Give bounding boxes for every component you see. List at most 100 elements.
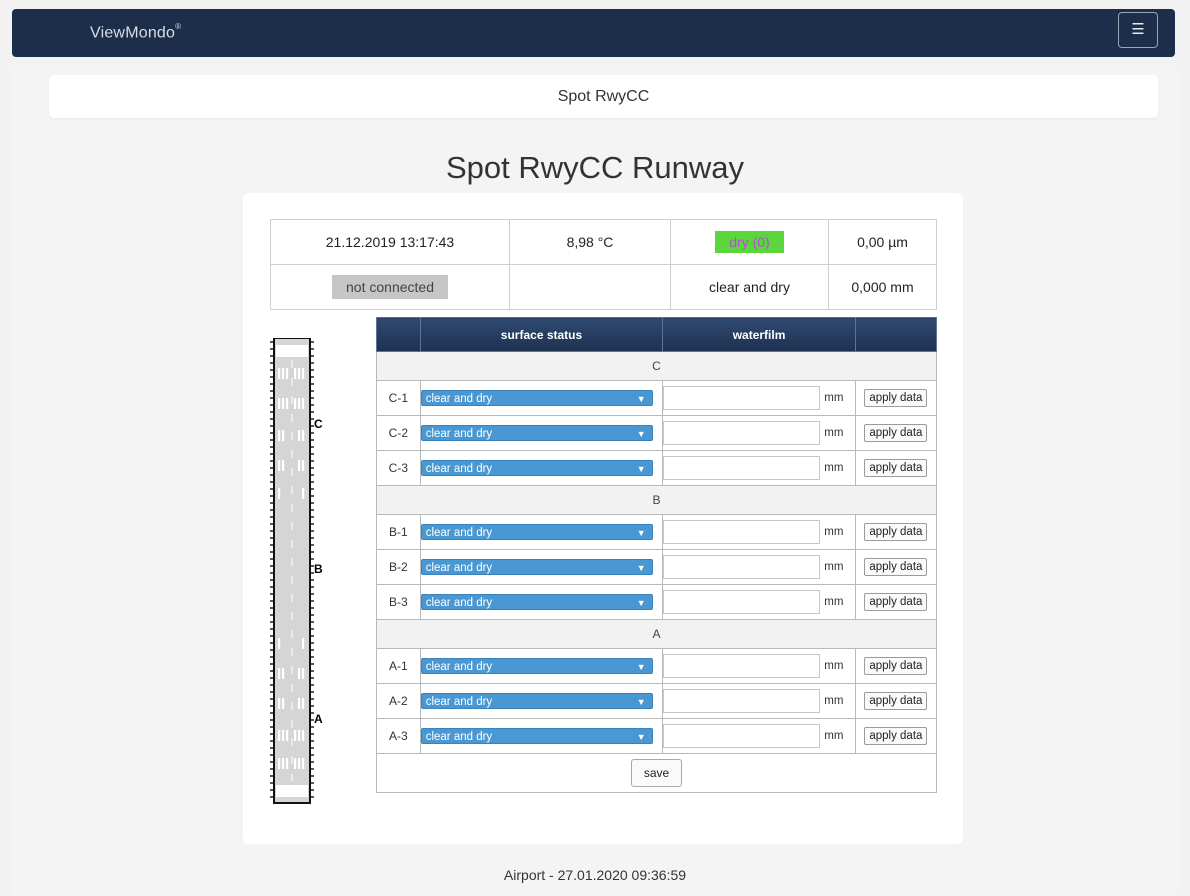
save-button[interactable]: save — [630, 759, 683, 787]
unit-label: mm — [824, 561, 844, 573]
header-actions — [854, 317, 938, 352]
apply-data-button[interactable]: apply data — [864, 389, 928, 407]
surface-status-select[interactable]: clear and dry ▼ — [420, 460, 653, 476]
apply-cell: apply data — [854, 450, 938, 486]
surface-table: surface status waterfilm C C-1 clear and d… — [376, 317, 938, 793]
apply-cell: apply data — [854, 549, 938, 585]
table-row: A-3 clear and dry ▼ mm apply data — [376, 718, 938, 754]
surface-status-select[interactable]: clear and dry ▼ — [420, 390, 653, 406]
section-label: A — [376, 619, 937, 649]
apply-data-button[interactable]: apply data — [864, 692, 928, 710]
status-cell: dry (0) — [670, 219, 829, 265]
waterfilm-input[interactable] — [663, 421, 821, 445]
section-row-c: C — [376, 351, 937, 381]
surface-status-value: clear and dry — [425, 393, 493, 405]
surface-status-value: clear and dry — [425, 661, 493, 673]
row-label: C-1 — [376, 380, 421, 416]
surface-cell: clear and dry ▼ — [419, 648, 664, 684]
waterfilm-input[interactable] — [663, 386, 821, 410]
brand-logo[interactable]: ViewMondo® — [90, 22, 181, 42]
top-navbar: ViewMondo® ☰ — [12, 9, 1175, 57]
timestamp-cell: 21.12.2019 13:17:43 — [270, 219, 510, 265]
apply-data-button[interactable]: apply data — [864, 424, 928, 442]
apply-cell: apply data — [854, 415, 938, 451]
row-label: B-1 — [376, 514, 421, 550]
row-label: A-1 — [376, 648, 421, 684]
runway-label-a: A — [314, 712, 323, 726]
connection-cell: not connected — [270, 264, 510, 310]
apply-cell: apply data — [854, 380, 938, 416]
status-badge: dry (0) — [715, 231, 784, 253]
row-label: C-3 — [376, 450, 421, 486]
surface-status-select[interactable]: clear and dry ▼ — [420, 425, 653, 441]
waterfilm-input[interactable] — [663, 590, 821, 614]
unit-label: mm — [824, 730, 844, 742]
breadcrumb: Spot RwyCC — [49, 75, 1158, 118]
table-row: C-1 clear and dry ▼ mm apply data — [376, 380, 938, 416]
surface-status-select[interactable]: clear and dry ▼ — [420, 693, 653, 709]
waterfilm-cell: mm — [662, 683, 856, 719]
surface-cell: clear and dry ▼ — [419, 718, 664, 754]
save-row: save — [376, 753, 937, 793]
unit-label: mm — [824, 526, 844, 538]
section-label: B — [376, 485, 937, 515]
surface-status-value: clear and dry — [425, 597, 493, 609]
apply-data-button[interactable]: apply data — [864, 593, 928, 611]
apply-data-button[interactable]: apply data — [864, 459, 928, 477]
apply-data-button[interactable]: apply data — [864, 657, 928, 675]
dropdown-arrow-icon: ▼ — [636, 563, 646, 573]
dropdown-arrow-icon: ▼ — [636, 528, 646, 538]
waterfilm-input[interactable] — [663, 456, 821, 480]
unit-label: mm — [824, 392, 844, 404]
connection-badge: not connected — [332, 275, 448, 299]
surface-status-select[interactable]: clear and dry ▼ — [420, 524, 653, 540]
waterfilm-cell: mm — [662, 549, 856, 585]
apply-data-button[interactable]: apply data — [864, 727, 928, 745]
empty-cell — [509, 264, 671, 310]
surface-status-select[interactable]: clear and dry ▼ — [420, 658, 653, 674]
surface-cell: clear and dry ▼ — [419, 549, 664, 585]
surface-status-select[interactable]: clear and dry ▼ — [420, 728, 653, 744]
waterfilm-cell: mm — [662, 648, 856, 684]
dropdown-arrow-icon: ▼ — [636, 598, 646, 608]
surface-status-value: clear and dry — [425, 463, 493, 475]
apply-data-button[interactable]: apply data — [864, 523, 928, 541]
section-label: C — [376, 351, 937, 381]
waterfilm-input[interactable] — [663, 555, 821, 579]
waterfilm-input[interactable] — [663, 689, 821, 713]
row-label: C-2 — [376, 415, 421, 451]
unit-label: mm — [824, 695, 844, 707]
apply-cell: apply data — [854, 514, 938, 550]
header-blank — [376, 317, 421, 352]
header-waterfilm: waterfilm — [662, 317, 856, 352]
row-label: B-3 — [376, 584, 421, 620]
waterfilm-cell: mm — [662, 514, 856, 550]
waterfilm-cell: mm — [662, 718, 856, 754]
surface-cell: clear and dry ▼ — [419, 450, 664, 486]
film-mm-cell: 0,000 mm — [828, 264, 937, 310]
row-label: B-2 — [376, 549, 421, 585]
hamburger-menu-button[interactable]: ☰ — [1118, 12, 1158, 48]
surface-cell: clear and dry ▼ — [419, 683, 664, 719]
waterfilm-input[interactable] — [663, 654, 821, 678]
runway-label-b: B — [314, 562, 323, 576]
film-um-cell: 0,00 µm — [828, 219, 937, 265]
dropdown-arrow-icon: ▼ — [636, 732, 646, 742]
unit-label: mm — [824, 660, 844, 672]
apply-data-button[interactable]: apply data — [864, 558, 928, 576]
waterfilm-input[interactable] — [663, 724, 821, 748]
surface-status-select[interactable]: clear and dry ▼ — [420, 559, 653, 575]
footer-status: Airport - 27.01.2020 09:36:59 — [503, 867, 687, 883]
runway-card: 21.12.2019 13:17:43 8,98 °C dry (0) 0,00… — [243, 193, 963, 844]
waterfilm-cell: mm — [662, 584, 856, 620]
surface-cell: clear and dry ▼ — [419, 514, 664, 550]
runway-label-c: C — [314, 417, 323, 431]
waterfilm-cell: mm — [662, 415, 856, 451]
section-row-b: B — [376, 485, 937, 515]
page-title: Spot RwyCC Runway — [445, 150, 745, 185]
surface-status-select[interactable]: clear and dry ▼ — [420, 594, 653, 610]
temperature-cell: 8,98 °C — [509, 219, 671, 265]
runway-diagram: C B A — [270, 338, 323, 804]
waterfilm-input[interactable] — [663, 520, 821, 544]
table-row: A-1 clear and dry ▼ mm apply data — [376, 648, 938, 684]
